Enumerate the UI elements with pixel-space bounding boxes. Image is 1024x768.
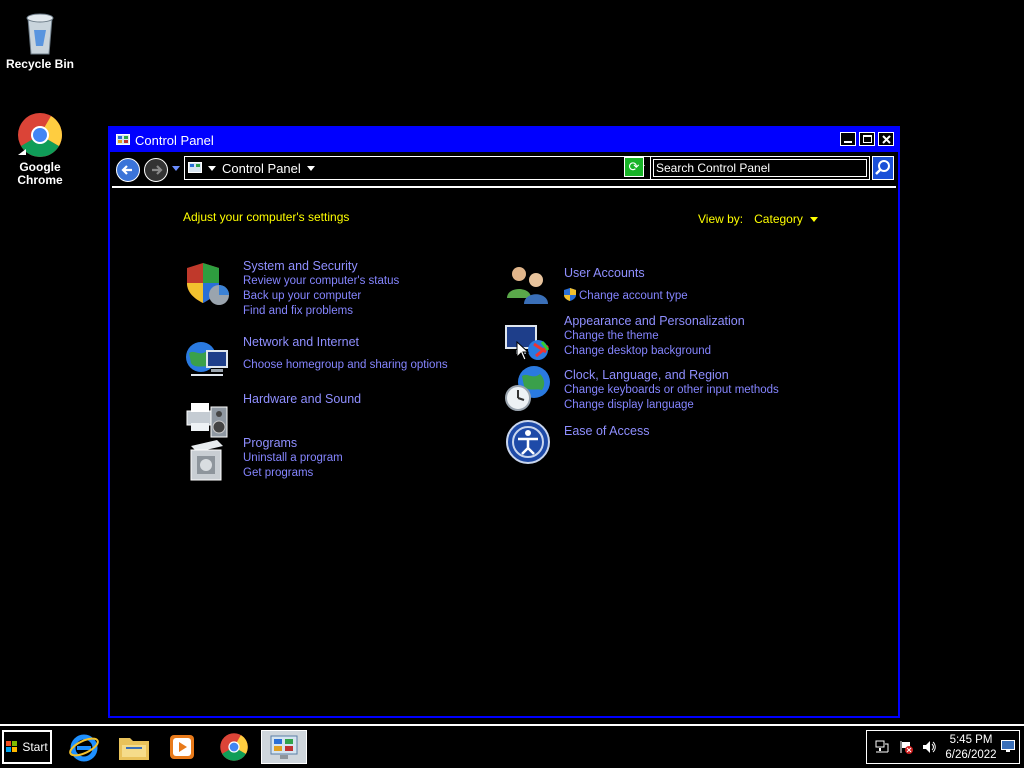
taskbar: Start 5:45 PM 6/26/2022 — [0, 724, 1024, 768]
system-and-security-link[interactable]: System and Security — [243, 259, 503, 274]
forward-arrow-icon — [152, 165, 163, 175]
taskbar-internet-explorer[interactable] — [64, 730, 104, 764]
view-by-control: View by: Category — [698, 212, 818, 226]
search-icon — [875, 160, 890, 175]
programs-link[interactable]: Programs — [243, 436, 503, 451]
maximize-button[interactable] — [859, 132, 875, 146]
taskbar-google-chrome[interactable] — [214, 730, 254, 764]
recycle-bin-label: Recycle Bin — [5, 57, 75, 71]
users-icon — [507, 267, 548, 304]
clock-language-region-link[interactable]: Clock, Language, and Region — [564, 368, 824, 383]
start-button[interactable]: Start — [2, 730, 52, 764]
network-globe-icon — [186, 342, 228, 376]
search-box — [650, 156, 870, 180]
recent-pages-dropdown[interactable] — [172, 166, 180, 171]
address-bar[interactable]: Control Panel — [184, 156, 652, 180]
breadcrumb-arrow-icon[interactable] — [208, 165, 216, 171]
control-panel-icon — [116, 134, 130, 145]
mouse-cursor-icon — [516, 341, 530, 361]
change-desktop-background-link[interactable]: Change desktop background — [564, 344, 824, 359]
start-label: Start — [22, 740, 48, 754]
recycle-bin-icon — [26, 13, 54, 55]
control-panel-icon — [270, 735, 298, 759]
change-keyboards-link[interactable]: Change keyboards or other input methods — [564, 383, 824, 398]
network-and-internet-link[interactable]: Network and Internet — [243, 335, 503, 350]
appearance-personalization-link[interactable]: Appearance and Personalization — [564, 314, 824, 329]
homegroup-sharing-link[interactable]: Choose homegroup and sharing options — [243, 358, 503, 373]
control-panel-icon — [188, 162, 202, 173]
close-button[interactable] — [878, 132, 894, 146]
windows-logo-icon — [6, 741, 18, 752]
get-programs-link[interactable]: Get programs — [243, 466, 503, 481]
refresh-icon: ⟳ — [628, 159, 640, 174]
taskbar-file-explorer[interactable] — [114, 730, 154, 764]
refresh-button[interactable]: ⟳ — [624, 157, 644, 177]
recycle-bin-shortcut[interactable]: Recycle Bin — [0, 6, 80, 71]
clock-globe-icon — [505, 366, 550, 411]
chrome-icon — [220, 733, 248, 761]
back-button[interactable] — [116, 158, 140, 182]
printer-speaker-icon — [186, 403, 228, 438]
user-accounts-link[interactable]: User Accounts — [564, 266, 824, 281]
chrome-label-line2: Chrome — [17, 173, 63, 187]
folder-icon — [119, 738, 149, 760]
forward-button[interactable] — [144, 158, 168, 182]
minimize-button[interactable] — [840, 132, 856, 146]
chevron-down-icon[interactable] — [809, 216, 818, 222]
chrome-icon — [18, 113, 62, 157]
search-button[interactable] — [872, 156, 894, 180]
window-title: Control Panel — [135, 132, 214, 148]
network-icon[interactable] — [875, 740, 889, 754]
title-bar[interactable]: Control Panel — [110, 128, 898, 152]
maximize-icon — [862, 135, 872, 143]
breadcrumb-arrow-icon[interactable] — [306, 165, 315, 171]
minimize-icon — [844, 141, 852, 143]
taskbar-control-panel[interactable] — [261, 730, 307, 764]
uninstall-program-link[interactable]: Uninstall a program — [243, 451, 503, 466]
system-tray: 5:45 PM 6/26/2022 — [866, 730, 1020, 764]
internet-explorer-icon — [69, 734, 99, 762]
clock-time: 5:45 PM — [949, 734, 993, 746]
taskbar-media-player[interactable] — [162, 730, 202, 764]
action-center-flag-icon[interactable] — [899, 740, 913, 754]
breadcrumb-control-panel[interactable]: Control Panel — [222, 161, 301, 176]
control-panel-window: Control Panel Control Panel ⟳ Search Con… — [108, 126, 900, 718]
ease-of-access-icon — [506, 420, 550, 464]
hardware-and-sound-link[interactable]: Hardware and Sound — [243, 392, 503, 407]
show-desktop-icon[interactable] — [1001, 740, 1015, 752]
navigation-bar: Control Panel ⟳ — [112, 154, 896, 188]
find-fix-problems-link[interactable]: Find and fix problems — [243, 304, 503, 319]
close-icon — [881, 134, 891, 144]
change-account-type-link[interactable]: Change account type — [564, 288, 824, 304]
review-status-link[interactable]: Review your computer's status — [243, 274, 503, 289]
shield-icon — [187, 263, 229, 305]
programs-box-icon — [190, 440, 223, 481]
back-up-link[interactable]: Back up your computer — [243, 289, 503, 304]
media-player-icon — [170, 735, 194, 759]
uac-shield-icon — [564, 288, 576, 301]
ease-of-access-link[interactable]: Ease of Access — [564, 424, 824, 439]
view-by-dropdown[interactable]: Category — [754, 212, 803, 226]
clock[interactable]: 5:45 PM 6/26/2022 — [943, 733, 999, 763]
clock-date: 6/26/2022 — [945, 749, 997, 761]
view-by-label: View by: — [698, 212, 744, 226]
change-account-type-label: Change account type — [579, 290, 688, 302]
search-input[interactable] — [653, 159, 867, 177]
page-title: Adjust your computer's settings — [183, 210, 350, 224]
change-theme-link[interactable]: Change the theme — [564, 329, 824, 344]
change-display-language-link[interactable]: Change display language — [564, 398, 824, 413]
back-arrow-icon — [121, 165, 132, 175]
volume-icon[interactable] — [922, 740, 936, 754]
google-chrome-shortcut[interactable]: Google Chrome — [0, 111, 80, 187]
